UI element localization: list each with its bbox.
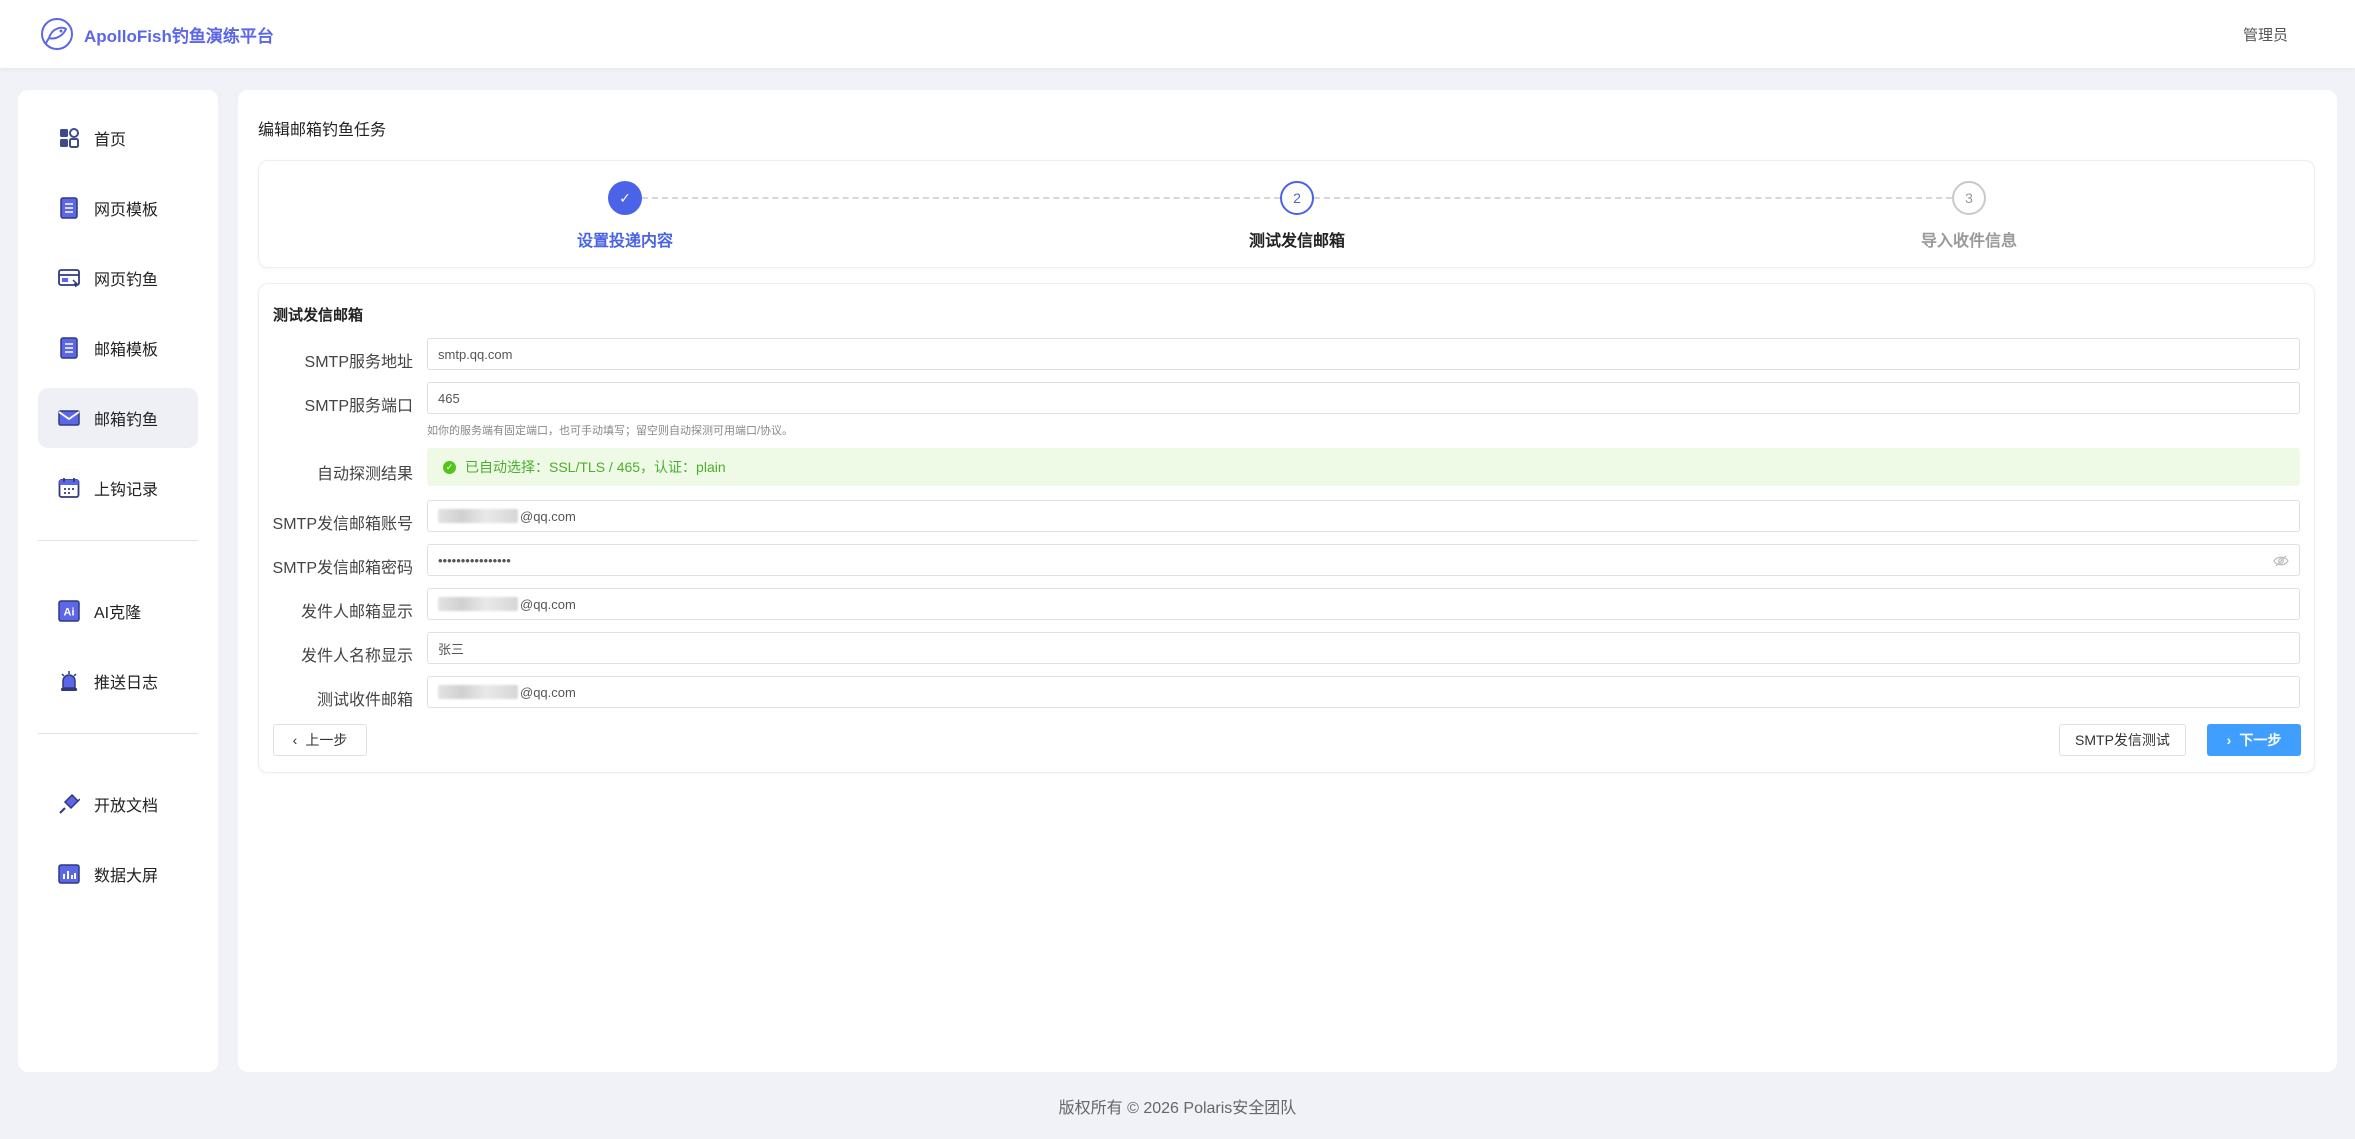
smtp-form-card: 测试发信邮箱 SMTP服务地址 smtp.qq.com SMTP服务端口 465… <box>258 283 2315 773</box>
test-recipient-input[interactable]: @qq.com <box>427 676 2300 708</box>
top-header: ApolloFish钓鱼演练平台 管理员 <box>0 0 2355 68</box>
redacted-text <box>438 685 518 699</box>
next-step-label: 下一步 <box>2239 732 2282 748</box>
prev-step-label: 上一步 <box>305 732 348 748</box>
svg-text:Ai: Ai <box>64 607 75 619</box>
step-connector <box>642 197 1280 199</box>
from-email-input[interactable]: @qq.com <box>427 588 2300 620</box>
mail-icon <box>58 410 80 426</box>
from-name-input[interactable]: 张三 <box>427 632 2300 664</box>
sidebar-item-label: 推送日志 <box>94 675 159 692</box>
detect-result-label: 自动探测结果 <box>316 466 413 483</box>
step-number: 3 <box>1952 181 1986 215</box>
account-label: SMTP发信邮箱账号 <box>272 516 413 533</box>
success-check-icon: ✓ <box>443 460 456 474</box>
smtp-test-label: SMTP发信测试 <box>2075 732 2170 748</box>
document-icon <box>60 197 78 219</box>
step-number: 2 <box>1280 181 1314 215</box>
password-input[interactable]: •••••••••••••••• <box>427 544 2300 576</box>
step-2[interactable]: 2 测试发信邮箱 <box>1217 181 1377 251</box>
step-connector <box>1314 197 1952 199</box>
ai-icon: Ai <box>58 600 80 622</box>
smtp-port-hint: 如你的服务端有固定端口，也可手动填写；留空则自动探测可用端口/协议。 <box>427 425 794 437</box>
sidebar-item-label: 网页钓鱼 <box>94 272 159 289</box>
alarm-icon <box>61 671 77 691</box>
sidebar-item-push-log[interactable]: 推送日志 <box>38 651 198 711</box>
brand[interactable]: ApolloFish钓鱼演练平台 <box>40 17 274 51</box>
sidebar-item-open-docs[interactable]: 开放文档 <box>38 774 198 834</box>
smtp-host-label: SMTP服务地址 <box>304 354 413 371</box>
from-email-suffix: @qq.com <box>520 596 576 612</box>
chevron-left-icon: ‹ <box>292 732 298 748</box>
prev-step-button[interactable]: ‹ 上一步 <box>273 724 367 756</box>
user-menu[interactable]: 管理员 <box>2243 24 2288 45</box>
eye-icon[interactable] <box>2273 553 2289 569</box>
sidebar-item-mail-templates[interactable]: 邮箱模板 <box>38 318 198 378</box>
sidebar-item-label: 上钩记录 <box>94 482 159 499</box>
chart-icon <box>58 864 80 884</box>
check-icon: ✓ <box>608 181 642 215</box>
main-panel: 编辑邮箱钓鱼任务 ✓ 设置投递内容 2 测试发信邮箱 3 导入收件信息 测试发信… <box>238 90 2337 1072</box>
detect-result-text: 已自动选择：SSL/TLS / 465，认证：plain <box>465 459 726 475</box>
calendar-icon <box>58 478 80 498</box>
sidebar-item-label: 邮箱模板 <box>94 342 159 359</box>
sidebar-item-mail-phishing[interactable]: 邮箱钓鱼 <box>38 388 198 448</box>
test-recipient-label: 测试收件邮箱 <box>316 692 413 709</box>
redacted-text <box>438 509 518 523</box>
page-title: 编辑邮箱钓鱼任务 <box>258 122 387 139</box>
sidebar-item-hook-records[interactable]: 上钩记录 <box>38 458 198 518</box>
smtp-test-button[interactable]: SMTP发信测试 <box>2059 724 2186 756</box>
test-recipient-suffix: @qq.com <box>520 684 576 700</box>
step-label: 测试发信邮箱 <box>1248 233 1345 250</box>
password-mask: •••••••••••••••• <box>438 552 511 568</box>
redacted-text <box>438 597 518 611</box>
footer-copyright: 版权所有 © 2026 Polaris安全团队 <box>1058 1100 1297 1117</box>
sidebar-item-web-templates[interactable]: 网页模板 <box>38 178 198 238</box>
from-email-label: 发件人邮箱显示 <box>300 604 413 621</box>
chevron-right-icon: › <box>2226 732 2232 748</box>
sidebar-divider <box>38 540 198 541</box>
browser-icon <box>58 269 80 288</box>
dashboard-icon <box>60 128 79 148</box>
step-1[interactable]: ✓ 设置投递内容 <box>545 181 705 251</box>
sidebar-item-label: 开放文档 <box>94 798 159 815</box>
detect-result-alert: ✓ 已自动选择：SSL/TLS / 465，认证：plain <box>427 448 2300 486</box>
steps-card: ✓ 设置投递内容 2 测试发信邮箱 3 导入收件信息 <box>258 160 2315 268</box>
sidebar-item-label: 首页 <box>94 132 127 149</box>
sidebar: 首页 网页模板 网页钓鱼 邮箱模板 邮箱钓鱼 上钩记录 Ai AI克隆 推送日志… <box>18 90 218 1072</box>
sidebar-item-web-phishing[interactable]: 网页钓鱼 <box>38 248 198 308</box>
document-icon <box>60 337 78 359</box>
sidebar-item-ai-clone[interactable]: Ai AI克隆 <box>38 581 198 641</box>
sidebar-item-data-screen[interactable]: 数据大屏 <box>38 844 198 904</box>
brand-name: ApolloFish钓鱼演练平台 <box>84 26 274 46</box>
password-label: SMTP发信邮箱密码 <box>272 560 413 577</box>
step-label: 设置投递内容 <box>576 233 673 250</box>
plug-icon <box>59 793 80 814</box>
step-label: 导入收件信息 <box>1920 233 2017 250</box>
sidebar-item-label: 网页模板 <box>94 202 159 219</box>
from-name-label: 发件人名称显示 <box>300 648 413 665</box>
step-3[interactable]: 3 导入收件信息 <box>1889 181 2049 251</box>
account-suffix: @qq.com <box>520 508 576 524</box>
smtp-host-input[interactable]: smtp.qq.com <box>427 338 2300 370</box>
sidebar-item-label: 邮箱钓鱼 <box>94 412 159 429</box>
sidebar-divider <box>38 733 198 734</box>
sidebar-item-home[interactable]: 首页 <box>38 108 198 168</box>
fish-logo-icon <box>41 18 73 50</box>
account-input[interactable]: @qq.com <box>427 500 2300 532</box>
smtp-port-label: SMTP服务端口 <box>304 398 413 415</box>
sidebar-item-label: 数据大屏 <box>94 868 159 885</box>
smtp-port-input[interactable]: 465 <box>427 382 2300 414</box>
sidebar-item-label: AI克隆 <box>94 605 142 622</box>
form-title: 测试发信邮箱 <box>273 307 364 324</box>
next-step-button[interactable]: › 下一步 <box>2207 724 2301 756</box>
